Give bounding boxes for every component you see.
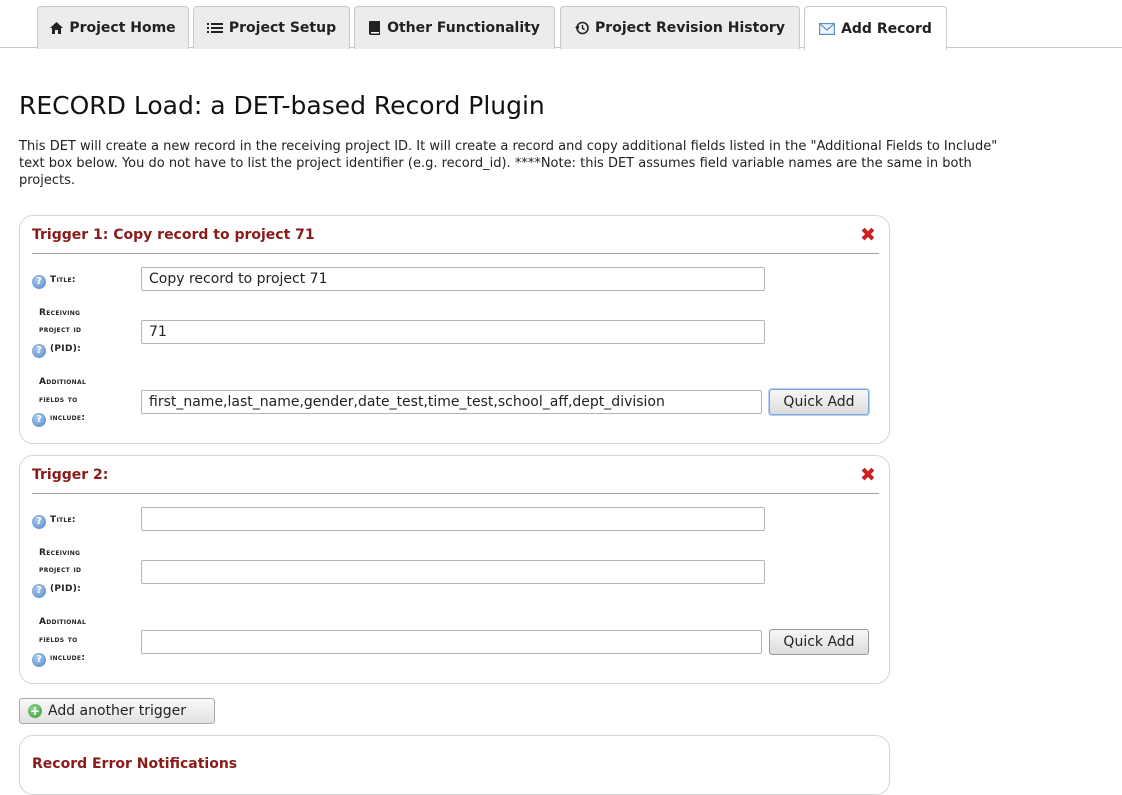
additional-fields-input[interactable] — [141, 630, 762, 654]
close-icon[interactable]: ✖ — [859, 466, 877, 485]
page-description: This DET will create a new record in the… — [19, 139, 998, 188]
panel-title: Record Error Notifications — [32, 756, 238, 772]
receiving-label-2: project id — [39, 325, 82, 335]
tab-label: Project Revision History — [595, 20, 785, 36]
help-icon[interactable]: ? — [32, 275, 46, 289]
additional-fields-input[interactable] — [141, 390, 762, 414]
help-icon[interactable]: ? — [32, 653, 46, 667]
title-label: Title: — [50, 275, 76, 285]
tab-label: Project Setup — [228, 20, 337, 36]
record-error-notifications-panel: Record Error Notifications — [19, 735, 890, 795]
additional-label-3: include: — [50, 413, 86, 423]
envelope-icon — [819, 22, 836, 35]
pid-input[interactable] — [141, 560, 765, 584]
quick-add-button[interactable]: Quick Add — [769, 389, 869, 415]
receiving-label-1: Receiving — [39, 548, 81, 558]
pid-input[interactable] — [141, 320, 765, 344]
quick-add-button[interactable]: Quick Add — [769, 629, 869, 655]
close-icon[interactable]: ✖ — [859, 226, 877, 245]
add-another-trigger-button[interactable]: + Add another trigger — [19, 698, 215, 724]
tab-project-home[interactable]: Project Home — [37, 6, 189, 49]
trigger-panel-1: Trigger 1: Copy record to project 71 ✖ ?… — [19, 215, 890, 444]
additional-label-2: fields to — [39, 635, 78, 645]
list-icon — [206, 22, 223, 34]
receiving-label-3: (PID): — [50, 344, 82, 354]
additional-label-1: Additional — [39, 617, 87, 627]
trigger-header: Trigger 2: ✖ — [32, 464, 879, 494]
add-trigger-label: Add another trigger — [48, 703, 187, 719]
tab-other-functionality[interactable]: Other Functionality — [354, 6, 555, 49]
help-icon[interactable]: ? — [32, 515, 46, 529]
help-icon[interactable]: ? — [32, 584, 46, 598]
page-title: RECORD Load: a DET-based Record Plugin — [19, 91, 545, 120]
help-icon[interactable]: ? — [32, 413, 46, 427]
tab-add-record[interactable]: Add Record — [804, 6, 947, 50]
receiving-label-3: (PID): — [50, 584, 82, 594]
home-icon — [50, 22, 64, 34]
tab-label: Other Functionality — [387, 20, 540, 36]
additional-label-1: Additional — [39, 377, 87, 387]
trigger-title: Trigger 2: — [32, 467, 109, 483]
receiving-label-2: project id — [39, 565, 82, 575]
receiving-label-1: Receiving — [39, 308, 81, 318]
tab-label: Add Record — [841, 20, 932, 37]
book-icon — [369, 21, 381, 35]
tab-project-setup[interactable]: Project Setup — [193, 6, 350, 49]
tab-project-revision-history[interactable]: Project Revision History — [560, 6, 800, 49]
trigger-header: Trigger 1: Copy record to project 71 ✖ — [32, 224, 879, 254]
title-label: Title: — [50, 515, 76, 525]
plus-circle-icon: + — [28, 704, 42, 718]
help-icon[interactable]: ? — [32, 344, 46, 358]
history-icon — [575, 21, 589, 35]
title-input[interactable] — [141, 267, 765, 291]
trigger-title: Trigger 1: Copy record to project 71 — [32, 227, 315, 243]
additional-label-3: include: — [50, 653, 86, 663]
tab-bar: Project Home Project Setup Other Functio… — [0, 0, 1122, 50]
additional-label-2: fields to — [39, 395, 78, 405]
tab-label: Project Home — [69, 20, 176, 36]
trigger-panel-2: Trigger 2: ✖ ? Title: Receiving project … — [19, 455, 890, 684]
title-input[interactable] — [141, 507, 765, 531]
